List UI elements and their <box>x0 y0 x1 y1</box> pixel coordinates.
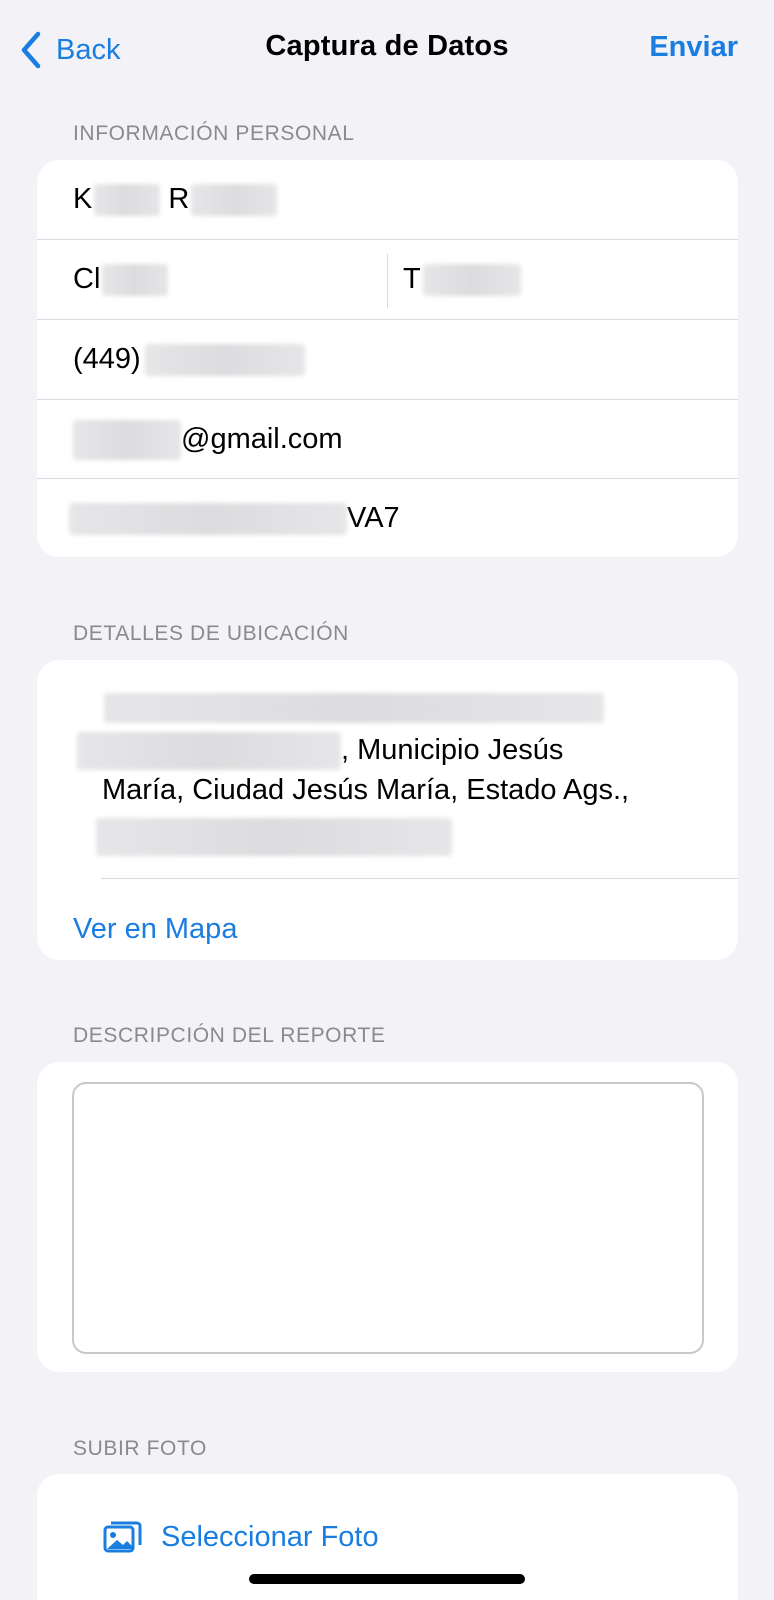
send-button[interactable]: Enviar <box>649 31 738 64</box>
personal-info-card: K R Cl T (449) @gmail.com VA7 <box>37 160 738 557</box>
first-name-field[interactable]: Cl <box>73 240 413 319</box>
email-value: @gmail.com <box>181 423 343 455</box>
phone-value: (449) <box>73 343 141 375</box>
address-line-2: , Municipio Jesús <box>341 734 564 766</box>
location-section-header: DETALLES DE UBICACIÓN <box>73 622 349 645</box>
home-indicator <box>249 1574 525 1584</box>
photo-library-icon <box>103 1521 142 1553</box>
capture-screen: Back Captura de Datos Enviar INFORMACIÓN… <box>0 0 774 1600</box>
full-name-second-part: R <box>168 183 190 215</box>
location-card: , Municipio Jesús María, Ciudad Jesús Ma… <box>37 660 738 960</box>
report-card <box>37 1062 738 1372</box>
full-name-first-part: K <box>73 183 93 215</box>
report-description-input[interactable] <box>72 1082 704 1354</box>
full-name-field[interactable]: K R <box>37 160 738 239</box>
view-on-map-link[interactable]: Ver en Mapa <box>73 913 237 946</box>
id-value: VA7 <box>347 502 400 534</box>
navigation-bar: Back Captura de Datos Enviar <box>0 0 774 100</box>
vertical-divider <box>387 254 388 308</box>
last-name-value: T <box>403 263 421 295</box>
redacted-text <box>104 693 604 723</box>
id-field[interactable]: VA7 <box>37 479 738 557</box>
redacted-text <box>94 183 161 216</box>
redacted-text <box>144 343 305 376</box>
first-name-value: Cl <box>73 263 101 295</box>
redacted-text <box>191 183 278 216</box>
last-name-field[interactable]: T <box>403 240 703 319</box>
select-photo-button[interactable]: Seleccionar Foto <box>103 1520 379 1554</box>
personal-section-header: INFORMACIÓN PERSONAL <box>73 122 355 145</box>
redacted-text <box>77 732 341 771</box>
photo-section-header: SUBIR FOTO <box>73 1437 207 1460</box>
phone-field[interactable]: (449) <box>37 320 738 399</box>
select-photo-label: Seleccionar Foto <box>161 1520 379 1553</box>
address-text: , Municipio Jesús <box>77 730 677 771</box>
name-split-row: Cl T <box>37 240 738 319</box>
report-section-header: DESCRIPCIÓN DEL REPORTE <box>73 1024 386 1047</box>
redacted-text <box>69 502 347 535</box>
address-line-3: María, Ciudad Jesús María, Estado Ags., <box>102 774 630 806</box>
email-field[interactable]: @gmail.com <box>37 400 738 479</box>
redacted-text <box>96 818 452 856</box>
divider <box>101 878 738 879</box>
redacted-text <box>102 263 169 296</box>
redacted-text <box>73 419 181 460</box>
redacted-text <box>422 263 521 296</box>
